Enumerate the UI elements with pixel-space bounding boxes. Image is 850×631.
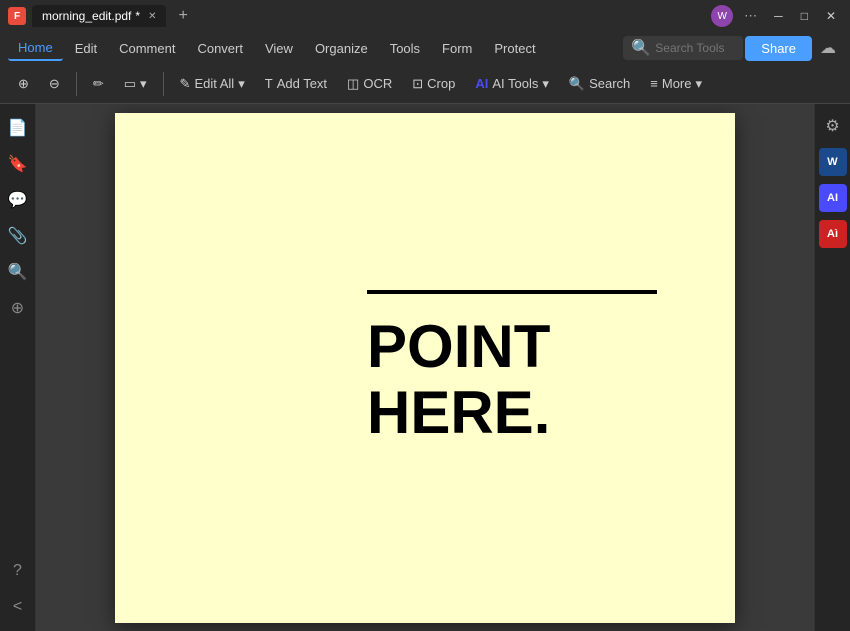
menu-item-view[interactable]: View (255, 37, 303, 60)
menu-item-edit[interactable]: Edit (65, 37, 107, 60)
more-options-button[interactable]: ⋯ (739, 6, 762, 26)
menu-bar: Home Edit Comment Convert View Organize … (0, 32, 850, 64)
menu-item-comment[interactable]: Comment (109, 37, 185, 60)
sidebar-icon-layers[interactable]: ⊕ (4, 294, 32, 322)
add-text-icon: T (265, 76, 273, 91)
edit-all-dropdown-icon: ▾ (238, 76, 245, 92)
right-word-button[interactable]: W (819, 148, 847, 176)
sidebar-icon-search[interactable]: 🔍 (4, 258, 32, 286)
shape-dropdown-icon: ▾ (140, 76, 147, 92)
layers-icon: ⊕ (11, 298, 24, 318)
ai-tools-button[interactable]: AI AI Tools ▾ (467, 71, 557, 97)
share-button[interactable]: Share (745, 36, 812, 61)
pdf-text-line2: HERE. (367, 380, 657, 446)
attachment-icon: 📎 (8, 226, 28, 246)
ocr-label: OCR (363, 76, 392, 91)
new-tab-button[interactable]: + (172, 7, 193, 25)
pdf-page: POINT HERE. (115, 113, 735, 623)
sidebar-search-icon: 🔍 (8, 262, 28, 282)
help-icon: ? (13, 562, 22, 580)
menu-item-organize[interactable]: Organize (305, 37, 378, 60)
search-toolbar-icon: 🔍 (569, 76, 585, 92)
more-label: More (662, 76, 692, 91)
ai-icon: AI (827, 192, 838, 204)
highlight-icon: ✏ (93, 76, 104, 92)
tab-modified: * (135, 9, 140, 23)
title-bar-right: W ⋯ ─ □ ✕ (711, 5, 842, 27)
ai-tools-icon: AI (475, 76, 488, 91)
menu-item-convert[interactable]: Convert (187, 37, 253, 60)
search-label: Search (589, 76, 630, 91)
maximize-button[interactable]: □ (795, 7, 814, 25)
zoom-out-button[interactable]: ⊖ (41, 71, 68, 97)
shape-icon: ▭ (124, 76, 136, 92)
settings-icon: ⚙ (825, 116, 839, 136)
cloud-button[interactable]: ☁ (814, 36, 842, 60)
zoom-in-button[interactable]: ⊕ (10, 71, 37, 97)
main-layout: 📄 🔖 💬 📎 🔍 ⊕ ? < POINT (0, 104, 850, 631)
search-icon: 🔍 (631, 38, 651, 58)
edit-all-label: Edit All (194, 76, 234, 91)
more-button[interactable]: ≡ More ▾ (642, 71, 710, 97)
close-button[interactable]: ✕ (820, 7, 842, 25)
menu-item-home[interactable]: Home (8, 36, 63, 61)
highlight-button[interactable]: ✏ (85, 71, 112, 97)
right-ai-button[interactable]: AI (819, 184, 847, 212)
crop-icon: ⊡ (412, 76, 423, 92)
active-tab[interactable]: morning_edit.pdf * ✕ (32, 5, 166, 27)
sidebar-icon-comments[interactable]: 💬 (4, 186, 32, 214)
add-text-label: Add Text (277, 76, 327, 91)
ocr-button[interactable]: ◫ OCR (339, 71, 400, 97)
sidebar-icon-pages[interactable]: 📄 (4, 114, 32, 142)
add-text-button[interactable]: T Add Text (257, 71, 335, 96)
comment-icon: 💬 (8, 190, 28, 210)
pages-icon: 📄 (8, 118, 28, 138)
app-icon: F (8, 7, 26, 25)
crop-label: Crop (427, 76, 455, 91)
search-button[interactable]: 🔍 Search (561, 71, 638, 97)
separator-2 (163, 72, 164, 96)
left-sidebar: 📄 🔖 💬 📎 🔍 ⊕ ? < (0, 104, 36, 631)
minimize-button[interactable]: ─ (768, 7, 789, 25)
ai-tools-dropdown-icon: ▾ (542, 76, 549, 92)
tab-filename: morning_edit.pdf (42, 9, 131, 23)
more-icon: ≡ (650, 76, 658, 91)
right-settings-button[interactable]: ⚙ (819, 112, 847, 140)
avatar: W (711, 5, 733, 27)
sidebar-icon-attachments[interactable]: 📎 (4, 222, 32, 250)
menu-item-tools[interactable]: Tools (380, 37, 430, 60)
shape-button[interactable]: ▭ ▾ (116, 71, 155, 97)
zoom-out-icon: ⊖ (49, 76, 60, 92)
search-tools-bar[interactable]: 🔍 (623, 36, 743, 60)
pdf-line (367, 290, 657, 294)
search-tools-input[interactable] (655, 41, 735, 55)
pdf-text-line1: POINT (367, 314, 657, 380)
edit-all-button[interactable]: ✎ Edit All ▾ (172, 71, 253, 97)
collapse-icon: < (13, 598, 22, 616)
word-icon: W (827, 156, 837, 168)
title-bar: F morning_edit.pdf * ✕ + W ⋯ ─ □ ✕ (0, 0, 850, 32)
sidebar-icon-help[interactable]: ? (4, 557, 32, 585)
tab-close-button[interactable]: ✕ (148, 11, 156, 22)
pdf-content: POINT HERE. (367, 290, 657, 446)
bookmark-icon: 🔖 (8, 154, 28, 174)
content-area: POINT HERE. (36, 104, 814, 631)
crop-button[interactable]: ⊡ Crop (404, 71, 463, 97)
ai2-icon: Aì (827, 228, 838, 240)
zoom-in-icon: ⊕ (18, 76, 29, 92)
sidebar-icon-collapse[interactable]: < (4, 593, 32, 621)
pdf-text: POINT HERE. (367, 314, 657, 446)
title-bar-left: F morning_edit.pdf * ✕ + (8, 5, 705, 27)
ocr-icon: ◫ (347, 76, 359, 92)
edit-all-icon: ✎ (180, 76, 191, 92)
more-dropdown-icon: ▾ (695, 76, 702, 92)
menu-item-form[interactable]: Form (432, 37, 482, 60)
separator-1 (76, 72, 77, 96)
right-sidebar: ⚙ W AI Aì (814, 104, 850, 631)
toolbar: ⊕ ⊖ ✏ ▭ ▾ ✎ Edit All ▾ T Add Text ◫ OCR … (0, 64, 850, 104)
right-ai2-button[interactable]: Aì (819, 220, 847, 248)
sidebar-icon-bookmarks[interactable]: 🔖 (4, 150, 32, 178)
menu-item-protect[interactable]: Protect (484, 37, 545, 60)
ai-tools-label: AI Tools (492, 76, 538, 91)
